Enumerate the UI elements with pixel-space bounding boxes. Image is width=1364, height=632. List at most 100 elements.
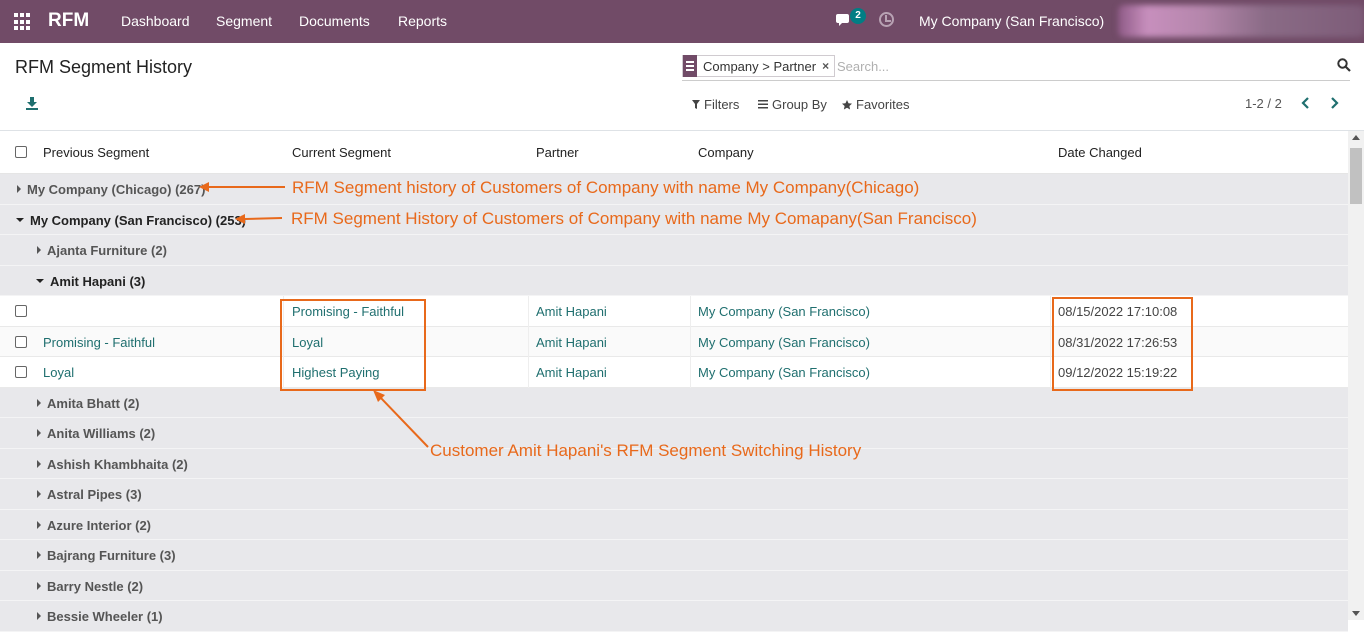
filters-label: Filters	[704, 97, 740, 112]
favorites-label: Favorites	[856, 97, 910, 112]
groupby-icon	[758, 100, 768, 109]
cell-previous-segment: Promising - Faithful	[43, 334, 155, 350]
menu-dashboard[interactable]: Dashboard	[121, 13, 190, 29]
cell-company[interactable]: My Company (San Francisco)	[698, 335, 870, 350]
group-label: Bajrang Furniture (3)	[47, 548, 176, 563]
groupby-label: Group By	[772, 97, 827, 112]
caret-right-icon	[17, 185, 21, 193]
column-divider	[690, 296, 691, 327]
chevron-left-icon[interactable]	[1299, 95, 1313, 111]
group-label: Astral Pipes (3)	[47, 487, 142, 502]
group-row-bessie[interactable]: Bessie Wheeler (1)	[0, 601, 1348, 632]
apps-menu-icon[interactable]	[14, 13, 32, 31]
column-divider	[690, 357, 691, 388]
group-label: Ashish Khambhaita (2)	[47, 456, 188, 472]
caret-right-icon	[37, 398, 41, 407]
annotation-box-date-changed	[1052, 297, 1193, 391]
select-all-checkbox[interactable]	[15, 146, 27, 158]
column-divider	[1050, 357, 1051, 388]
groupby-button[interactable]: Group By	[758, 97, 827, 112]
cell-previous-segment: Loyal	[43, 365, 75, 380]
group-label: Amit Hapani (3)	[50, 273, 146, 289]
user-menu-blurred[interactable]	[1118, 5, 1364, 37]
group-row-ajanta[interactable]: Ajanta Furniture (2)	[0, 235, 1348, 266]
search-facet: Company > Partner ×	[682, 55, 836, 77]
menu-segment[interactable]: Segment	[216, 13, 272, 29]
cell-partner[interactable]: Amit Hapani	[536, 335, 607, 350]
chat-count-badge: 2	[850, 8, 866, 24]
column-divider	[1050, 326, 1051, 357]
page-title: RFM Segment History	[15, 57, 193, 77]
groupby-facet-icon	[683, 55, 697, 77]
annotation-switch-note: Customer Amit Hapani's RFM Segment Switc…	[430, 441, 862, 460]
annotation-sanfrancisco-note: RFM Segment History of Customers of Comp…	[291, 209, 977, 228]
column-divider	[528, 357, 529, 388]
group-row-bajrang[interactable]: Bajrang Furniture (3)	[0, 540, 1348, 571]
group-label: Amita Bhatt (2)	[47, 395, 140, 411]
cell-company[interactable]: My Company (San Francisco)	[698, 365, 870, 380]
activity-clock-icon[interactable]	[879, 12, 894, 27]
app-brand[interactable]: RFM	[48, 10, 89, 32]
caret-right-icon	[37, 490, 41, 498]
row-checkbox[interactable]	[15, 366, 27, 378]
group-row-azure[interactable]: Azure Interior (2)	[0, 509, 1348, 540]
search-icon[interactable]	[1337, 58, 1351, 72]
caret-right-icon	[37, 459, 41, 468]
cell-partner[interactable]: Amit Hapani	[536, 304, 607, 319]
vertical-scrollbar[interactable]	[1348, 131, 1364, 620]
caret-right-icon	[37, 551, 41, 559]
download-icon[interactable]	[25, 96, 39, 110]
scroll-thumb[interactable]	[1350, 148, 1362, 204]
cell-partner[interactable]: Amit Hapani	[536, 365, 607, 380]
row-checkbox[interactable]	[15, 305, 27, 317]
favorites-button[interactable]: Favorites	[842, 97, 909, 112]
column-divider	[690, 326, 691, 357]
caret-right-icon	[37, 429, 41, 437]
caret-right-icon	[37, 520, 41, 529]
filter-icon	[692, 100, 700, 109]
cell-company[interactable]: My Company (San Francisco)	[698, 304, 870, 319]
col-partner[interactable]: Partner	[536, 145, 579, 160]
column-divider	[528, 296, 529, 327]
pager-value[interactable]: 1-2 / 2	[1245, 96, 1282, 111]
group-label: Barry Nestle (2)	[47, 578, 144, 594]
col-date-changed[interactable]: Date Changed	[1058, 145, 1142, 160]
facet-remove-icon[interactable]: ×	[822, 59, 834, 73]
search-input[interactable]: Search...	[837, 59, 889, 74]
annotation-box-current-segment	[280, 299, 426, 391]
caret-down-icon	[36, 278, 44, 283]
menu-documents[interactable]: Documents	[299, 13, 370, 29]
group-row-barry[interactable]: Barry Nestle (2)	[0, 570, 1348, 601]
facet-label: Company > Partner	[703, 58, 817, 74]
col-previous-segment[interactable]: Previous Segment	[43, 145, 149, 160]
group-row-amit[interactable]: Amit Hapani (3)	[0, 265, 1348, 296]
filters-button[interactable]: Filters	[692, 97, 739, 112]
group-label: Anita Williams (2)	[47, 426, 156, 441]
column-divider	[1050, 296, 1051, 327]
star-icon	[842, 99, 852, 109]
col-current-segment[interactable]: Current Segment	[292, 145, 391, 160]
company-switcher[interactable]: My Company (San Francisco)	[919, 13, 1104, 29]
group-label: Bessie Wheeler (1)	[47, 609, 163, 624]
caret-right-icon	[37, 612, 41, 620]
scroll-down-arrow-icon[interactable]	[1352, 611, 1360, 616]
group-label: My Company (Chicago) (267)	[27, 182, 206, 197]
caret-down-icon	[16, 217, 24, 222]
row-checkbox[interactable]	[15, 335, 27, 348]
caret-right-icon	[37, 246, 41, 254]
search-bar: Company > Partner × Search...	[682, 54, 1350, 81]
annotation-chicago-note: RFM Segment history of Customers of Comp…	[292, 178, 920, 197]
group-row-amita[interactable]: Amita Bhatt (2)	[0, 387, 1348, 418]
group-label: Ajanta Furniture (2)	[47, 243, 167, 258]
caret-right-icon	[37, 581, 41, 590]
table-header: Previous Segment Current Segment Partner…	[0, 131, 1348, 174]
group-row-astral[interactable]: Astral Pipes (3)	[0, 479, 1348, 510]
col-company[interactable]: Company	[698, 145, 754, 160]
group-label: My Company (San Francisco) (253)	[30, 212, 246, 228]
menu-reports[interactable]: Reports	[398, 13, 447, 29]
chevron-right-icon[interactable]	[1327, 95, 1341, 111]
column-divider	[528, 326, 529, 357]
scroll-up-arrow-icon[interactable]	[1352, 135, 1360, 140]
top-navbar: RFM Dashboard Segment Documents Reports …	[0, 0, 1364, 43]
group-label: Azure Interior (2)	[47, 517, 152, 533]
